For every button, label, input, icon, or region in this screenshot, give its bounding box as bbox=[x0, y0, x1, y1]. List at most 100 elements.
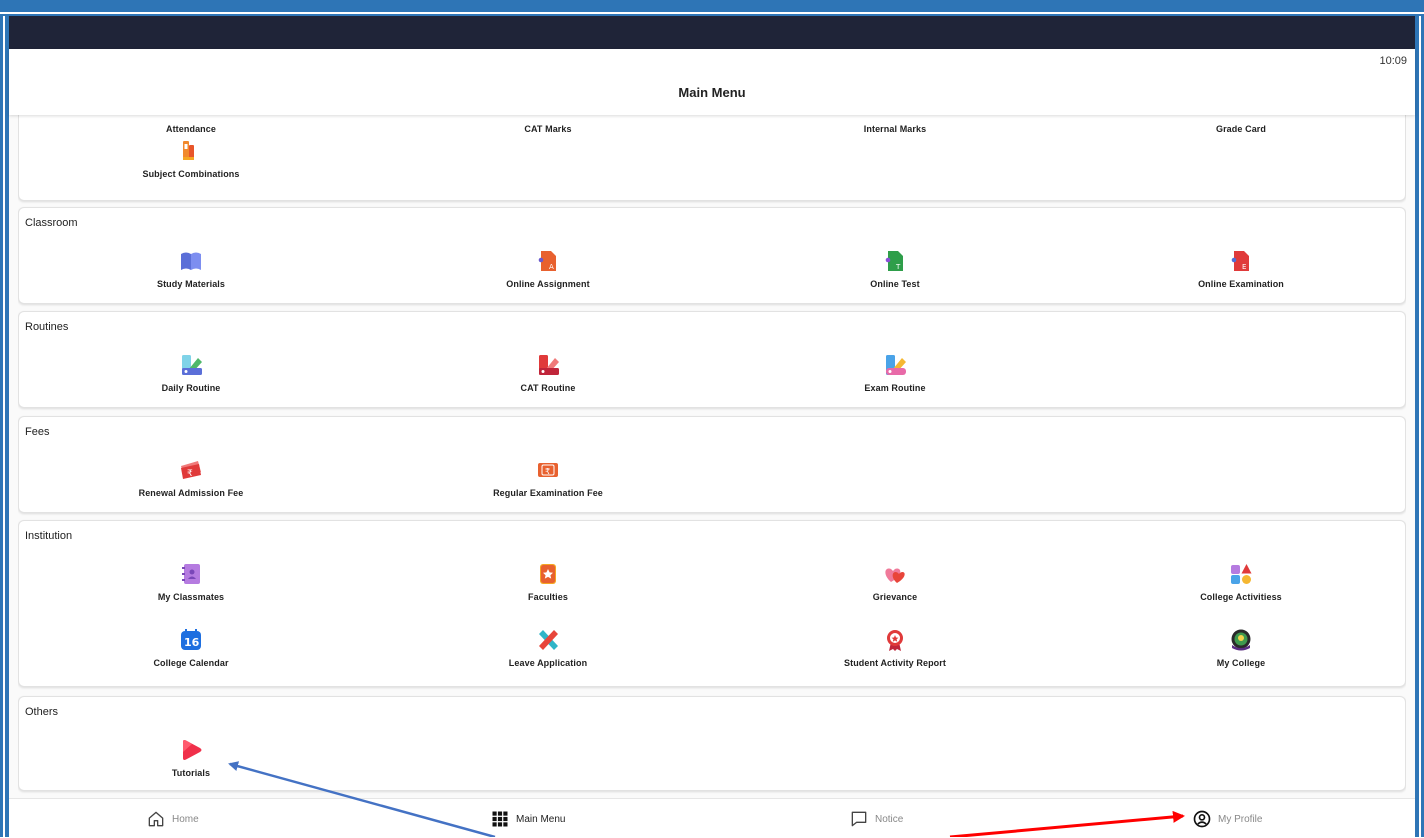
menu-item-label: CAT Marks bbox=[524, 124, 572, 134]
assignment-doc-icon: A bbox=[538, 251, 556, 271]
menu-item-label: Grade Card bbox=[1215, 124, 1267, 134]
menu-item-exam-routine[interactable]: Exam Routine bbox=[785, 352, 1005, 393]
folders-icon bbox=[183, 141, 194, 160]
menu-item-online-examination[interactable]: E Online Examination bbox=[1131, 248, 1351, 289]
exam-doc-icon: E bbox=[1231, 251, 1249, 271]
menu-item-tutorials[interactable]: Tutorials bbox=[81, 737, 301, 778]
screenshot-frame-left bbox=[0, 16, 9, 837]
svg-text:16: 16 bbox=[184, 636, 200, 649]
rupee-ticket-icon: ₹ bbox=[181, 461, 201, 479]
menu-item-label: Renewal Admission Fee bbox=[138, 488, 244, 498]
menu-item-label: My Classmates bbox=[157, 592, 225, 602]
chat-bubble-icon bbox=[851, 811, 867, 827]
menu-item-label: Regular Examination Fee bbox=[493, 488, 603, 498]
card-institution: Institution My Classmates Faculties Grie… bbox=[18, 520, 1406, 687]
card-others: Others Tutorials bbox=[18, 696, 1406, 791]
menu-item-label: My College bbox=[1216, 658, 1266, 668]
swatch-red-icon bbox=[539, 355, 559, 375]
menu-item-internal-marks[interactable]: Internal Marks bbox=[785, 119, 1005, 134]
menu-item-label: Faculties bbox=[528, 592, 568, 602]
menu-content[interactable]: Attendance CAT Marks Internal Marks Grad… bbox=[18, 115, 1406, 798]
rupee-note-icon: ₹ bbox=[538, 463, 558, 477]
section-title-institution: Institution bbox=[25, 530, 73, 542]
svg-text:₹: ₹ bbox=[545, 467, 550, 476]
nav-home-label: Home bbox=[172, 813, 199, 825]
menu-item-label: Online Test bbox=[870, 279, 920, 289]
menu-item-college-activities[interactable]: College Activitiess bbox=[1131, 561, 1351, 602]
nav-notice-label: Notice bbox=[875, 813, 904, 825]
profile-icon bbox=[1193, 810, 1211, 828]
status-time: 10:09 bbox=[1379, 55, 1407, 67]
menu-item-daily-routine[interactable]: Daily Routine bbox=[81, 352, 301, 393]
award-icon bbox=[887, 630, 903, 651]
card-routines: Routines Daily Routine CAT Routine Exam … bbox=[18, 311, 1406, 408]
svg-text:A: A bbox=[549, 263, 554, 271]
menu-item-my-classmates[interactable]: My Classmates bbox=[81, 561, 301, 602]
menu-item-label: College Activitiess bbox=[1200, 592, 1282, 602]
home-icon bbox=[148, 811, 164, 827]
bottom-navigation: Home Main Menu Notice My Profile bbox=[9, 798, 1415, 838]
section-title-others: Others bbox=[25, 706, 59, 718]
section-title-fees: Fees bbox=[25, 426, 50, 438]
menu-item-faculties[interactable]: Faculties bbox=[438, 561, 658, 602]
nav-main-menu-label: Main Menu bbox=[516, 813, 566, 825]
swatch-multi-icon bbox=[886, 355, 906, 375]
cross-icon bbox=[539, 630, 558, 650]
section-title-routines: Routines bbox=[25, 321, 69, 333]
menu-item-my-college[interactable]: My College bbox=[1131, 627, 1351, 668]
menu-item-label: Study Materials bbox=[156, 279, 226, 289]
menu-item-label: Student Activity Report bbox=[844, 658, 946, 668]
menu-item-study-materials[interactable]: Study Materials bbox=[81, 248, 301, 289]
college-emblem-icon bbox=[1231, 629, 1251, 651]
menu-item-renewal-admission-fee[interactable]: ₹ Renewal Admission Fee bbox=[81, 457, 301, 498]
play-icon bbox=[183, 740, 202, 760]
page-title: Main Menu bbox=[678, 85, 746, 100]
svg-text:T: T bbox=[895, 263, 901, 271]
hearts-icon bbox=[885, 568, 905, 583]
device-top-bar bbox=[9, 16, 1415, 49]
menu-item-attendance[interactable]: Attendance bbox=[81, 119, 301, 134]
menu-item-label: Leave Application bbox=[508, 658, 588, 668]
menu-item-online-assignment[interactable]: A Online Assignment bbox=[438, 248, 658, 289]
menu-item-label: College Calendar bbox=[153, 658, 229, 668]
menu-item-student-activity-report[interactable]: Student Activity Report bbox=[785, 627, 1005, 668]
menu-item-leave-application[interactable]: Leave Application bbox=[438, 627, 658, 668]
app-screen: 10:09 Main Menu Attendance CAT Marks Int… bbox=[9, 49, 1415, 838]
menu-item-label: CAT Routine bbox=[520, 383, 576, 393]
svg-text:₹: ₹ bbox=[187, 469, 193, 479]
nav-main-menu[interactable]: Main Menu bbox=[490, 809, 565, 829]
contacts-book-icon bbox=[182, 564, 200, 584]
menu-item-label: Online Assignment bbox=[506, 279, 590, 289]
grid-menu-icon bbox=[492, 811, 508, 827]
menu-item-label: Attendance bbox=[165, 124, 216, 134]
svg-text:E: E bbox=[1242, 263, 1246, 271]
menu-item-grade-card[interactable]: Grade Card bbox=[1131, 119, 1351, 134]
nav-notice[interactable]: Notice bbox=[849, 809, 903, 829]
card-classroom: Classroom Study Materials A Online Assig… bbox=[18, 207, 1406, 304]
menu-item-label: Exam Routine bbox=[864, 383, 926, 393]
card-academics: Attendance CAT Marks Internal Marks Grad… bbox=[18, 115, 1406, 201]
menu-item-label: Internal Marks bbox=[863, 124, 927, 134]
nav-home[interactable]: Home bbox=[146, 809, 199, 829]
menu-item-grievance[interactable]: Grievance bbox=[785, 561, 1005, 602]
card-fees: Fees ₹ Renewal Admission Fee ₹ Regular E… bbox=[18, 416, 1406, 513]
shapes-icon bbox=[1231, 564, 1252, 584]
app-header: 10:09 Main Menu bbox=[9, 49, 1415, 115]
menu-item-cat-routine[interactable]: CAT Routine bbox=[438, 352, 658, 393]
menu-item-cat-marks[interactable]: CAT Marks bbox=[438, 119, 658, 134]
book-icon bbox=[181, 252, 201, 270]
menu-item-label: Tutorials bbox=[171, 768, 211, 778]
menu-item-label: Daily Routine bbox=[161, 383, 221, 393]
section-title-classroom: Classroom bbox=[25, 217, 78, 229]
menu-item-subject-combinations[interactable]: Subject Combinations bbox=[81, 138, 301, 179]
menu-item-label: Grievance bbox=[872, 592, 918, 602]
menu-item-college-calendar[interactable]: 16 College Calendar bbox=[81, 627, 301, 668]
calendar-16-icon: 16 bbox=[181, 629, 201, 650]
screenshot-frame-top bbox=[0, 0, 1424, 16]
menu-item-label: Subject Combinations bbox=[142, 169, 240, 179]
menu-item-regular-examination-fee[interactable]: ₹ Regular Examination Fee bbox=[438, 457, 658, 498]
menu-item-label: Online Examination bbox=[1198, 279, 1284, 289]
nav-my-profile[interactable]: My Profile bbox=[1192, 809, 1262, 829]
nav-my-profile-label: My Profile bbox=[1218, 813, 1263, 825]
menu-item-online-test[interactable]: T Online Test bbox=[785, 248, 1005, 289]
